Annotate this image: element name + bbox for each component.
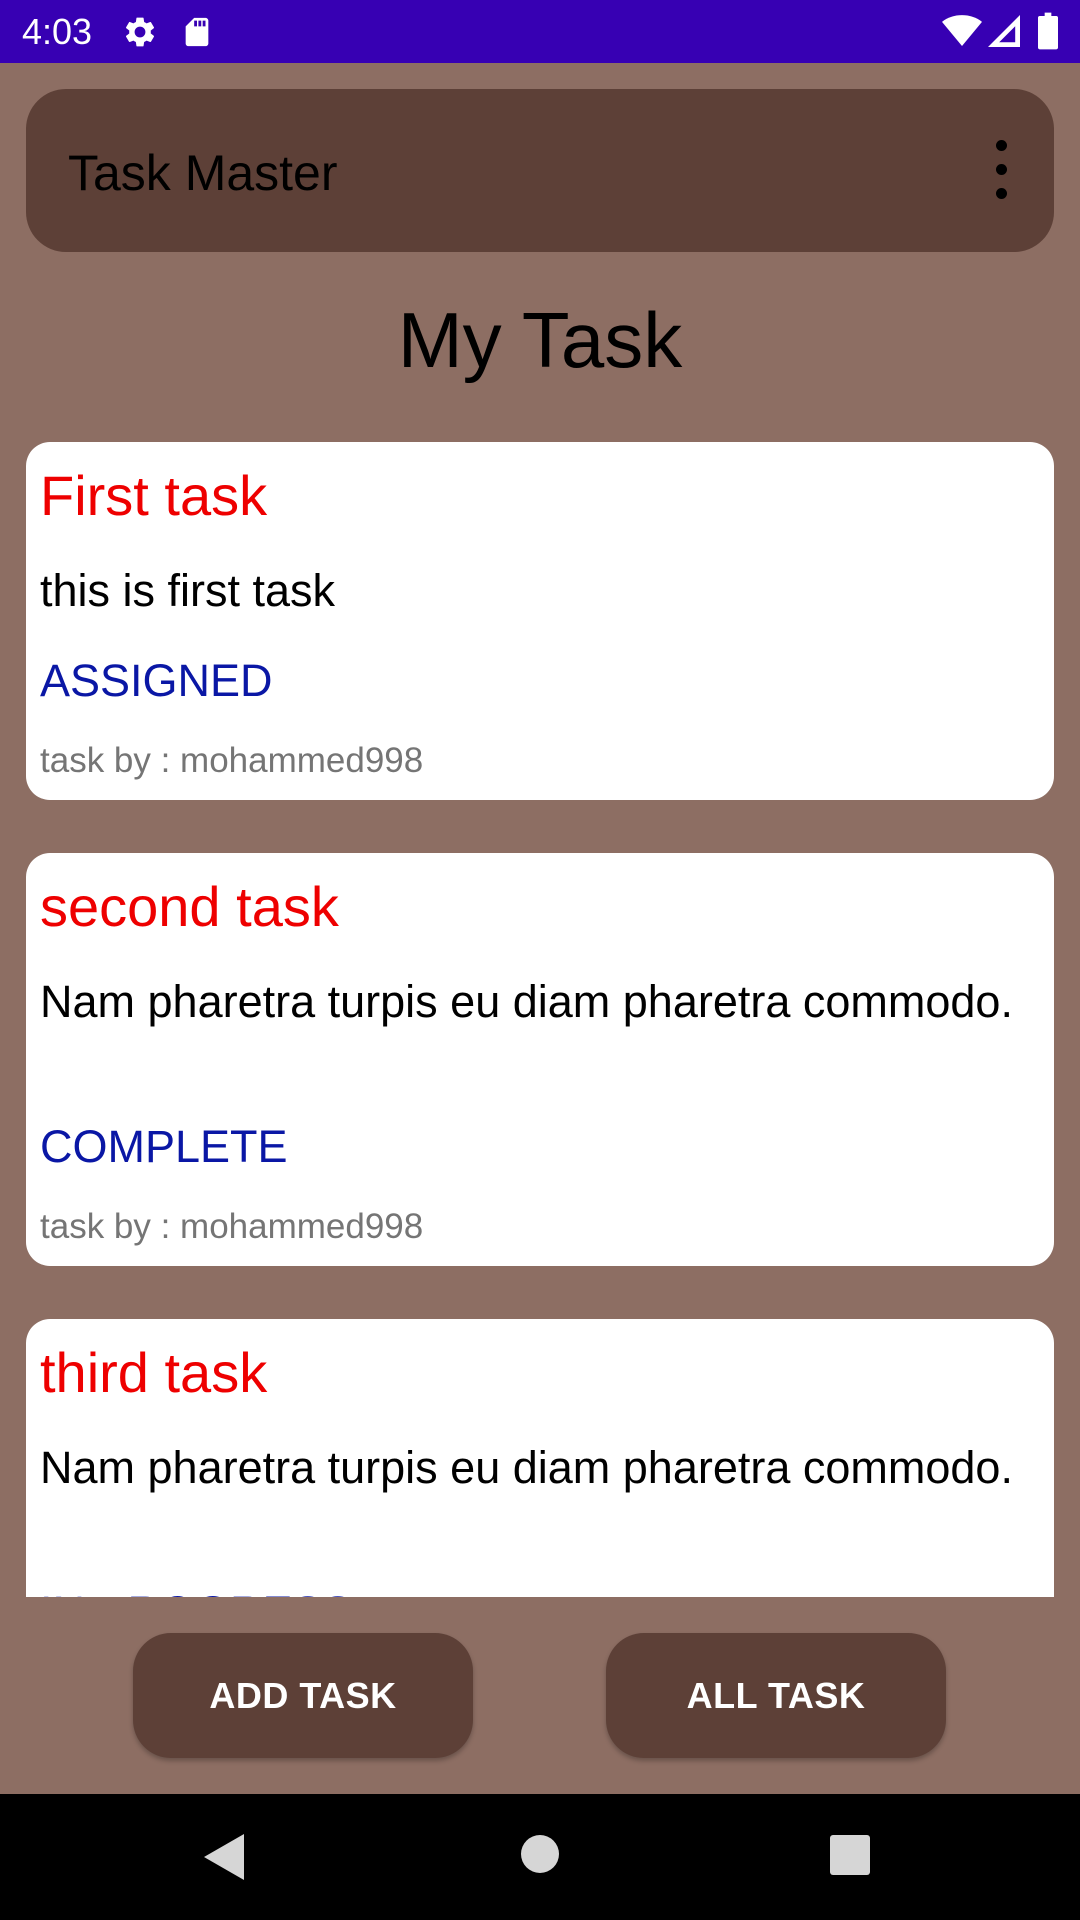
wifi-icon bbox=[942, 14, 982, 53]
more-vert-icon[interactable] bbox=[986, 137, 1016, 203]
status-time: 4:03 bbox=[22, 11, 93, 52]
sd-card-icon bbox=[180, 14, 214, 55]
app-title: Task Master bbox=[68, 145, 338, 201]
task-state: ASSIGNED bbox=[40, 655, 273, 706]
task-list[interactable]: First task this is first task ASSIGNED t… bbox=[26, 442, 1054, 1597]
battery-icon bbox=[1038, 12, 1058, 55]
recents-icon[interactable] bbox=[830, 1835, 870, 1880]
signal-icon bbox=[988, 14, 1020, 53]
task-author: task by : mohammed998 bbox=[40, 1207, 424, 1246]
task-card[interactable]: third task Nam pharetra turpis eu diam p… bbox=[26, 1319, 1054, 1597]
task-body: this is first task bbox=[40, 565, 336, 616]
app-bar: Task Master bbox=[26, 89, 1054, 252]
page-heading: My Task bbox=[397, 296, 683, 384]
task-author: task by : mohammed998 bbox=[40, 741, 424, 780]
settings-icon bbox=[122, 14, 158, 55]
home-icon[interactable] bbox=[520, 1834, 560, 1879]
screen: 4:03 Task Master My Task First task this… bbox=[0, 0, 1080, 1920]
status-bar: 4:03 bbox=[0, 0, 1080, 63]
task-title: third task bbox=[40, 1341, 268, 1404]
task-body: Nam pharetra turpis eu diam pharetra com… bbox=[40, 1442, 1013, 1493]
task-state: COMPLETE bbox=[40, 1121, 288, 1172]
all-task-button[interactable]: ALL TASK bbox=[606, 1633, 946, 1758]
back-icon[interactable] bbox=[204, 1834, 246, 1885]
task-title: second task bbox=[40, 875, 339, 938]
task-state: IN PROGRESS bbox=[40, 1587, 353, 1597]
task-card[interactable]: First task this is first task ASSIGNED t… bbox=[26, 442, 1054, 800]
add-task-button[interactable]: ADD TASK bbox=[133, 1633, 473, 1758]
task-body: Nam pharetra turpis eu diam pharetra com… bbox=[40, 976, 1013, 1027]
navigation-bar bbox=[0, 1794, 1080, 1920]
task-card[interactable]: second task Nam pharetra turpis eu diam … bbox=[26, 853, 1054, 1266]
task-title: First task bbox=[40, 464, 268, 527]
